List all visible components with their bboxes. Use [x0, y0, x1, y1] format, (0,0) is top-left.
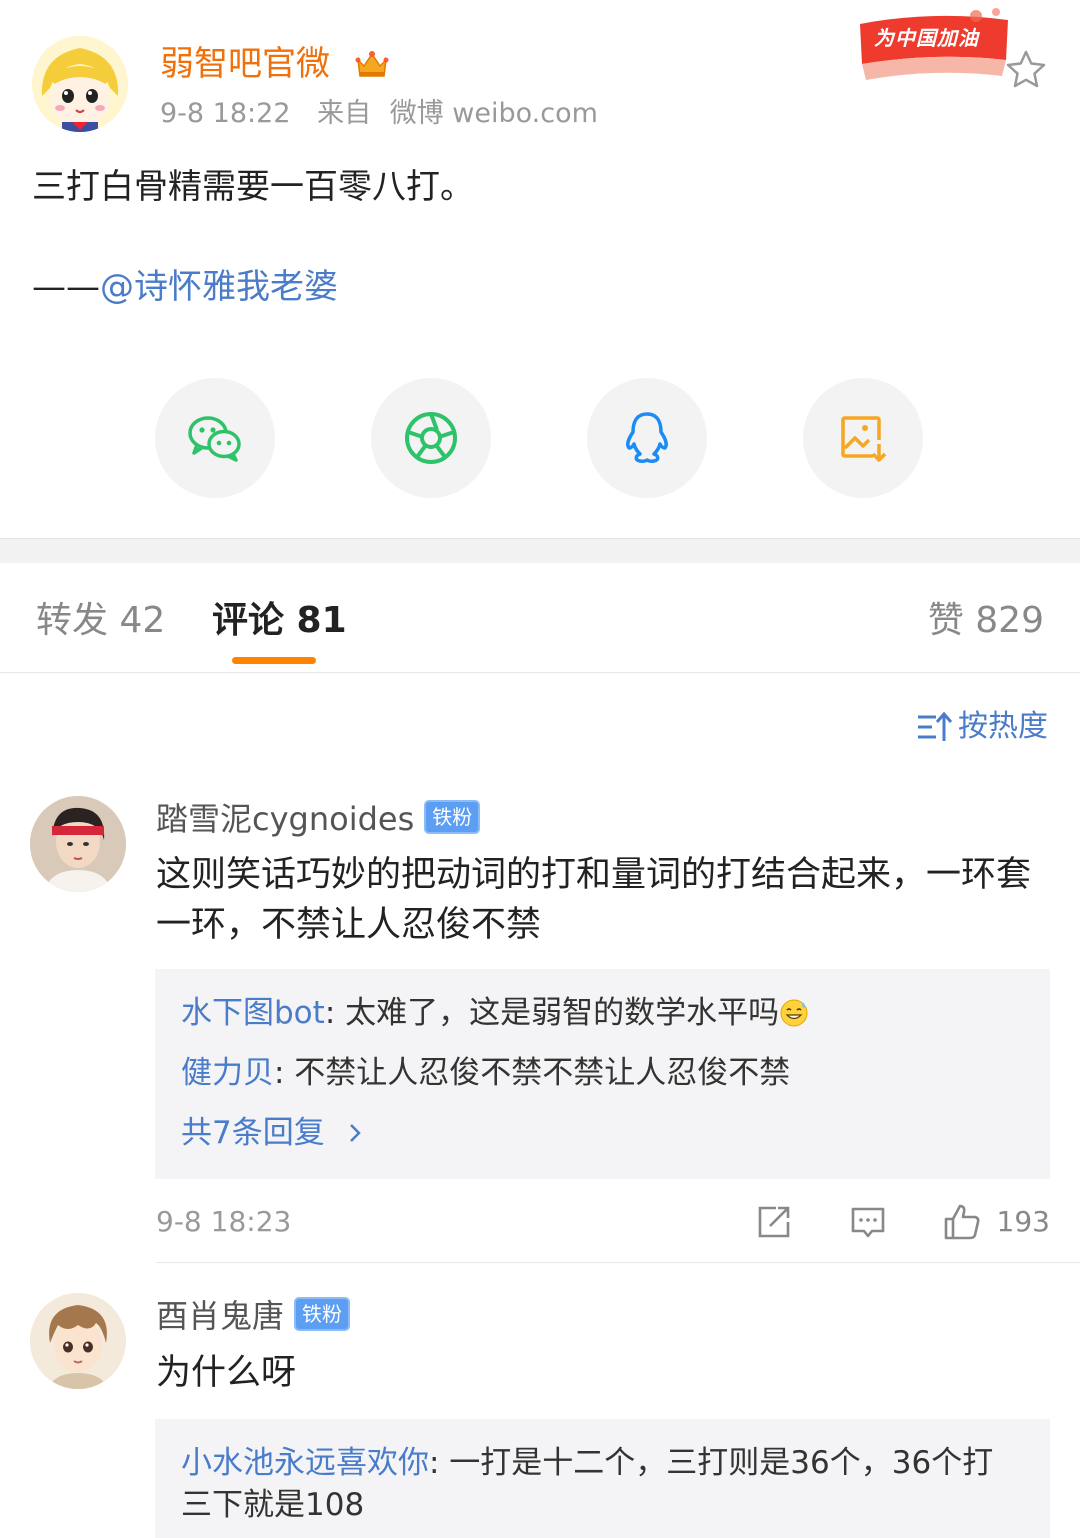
qq-icon: [626, 412, 668, 464]
comment-time: 9-8 18:23: [156, 1205, 292, 1238]
interaction-tabs: 转发 42 评论 81 赞 829: [0, 563, 1080, 673]
reply-text: : 不禁让人忍俊不禁不禁让人忍俊不禁: [274, 1055, 791, 1091]
more-replies-label: 共7条回复: [181, 1115, 325, 1151]
author-avatar[interactable]: [32, 36, 128, 132]
like-thumb-icon[interactable]: [942, 1202, 982, 1242]
post-time: 9-8 18:22: [160, 98, 291, 129]
reply-preview-box[interactable]: 水下图bot: 太难了，这是弱智的数学水平吗 健力贝: 不禁让人忍俊不禁不禁让人…: [155, 969, 1050, 1179]
comment-separator: [156, 1262, 1080, 1263]
tab-repost[interactable]: 转发 42: [36, 597, 165, 645]
mention-link[interactable]: @诗怀雅我老婆: [100, 267, 338, 307]
section-divider: [0, 538, 1080, 563]
sort-label: 按热度: [958, 709, 1048, 744]
credit-dash: ——: [32, 267, 100, 307]
active-tab-indicator: [232, 657, 316, 664]
comment-text: 这则笑话巧妙的把动词的打和量词的打结合起来，一环套一环，不禁让人忍俊不禁: [156, 855, 1032, 945]
post-source: 微博 weibo.com: [389, 98, 598, 129]
like-count: 193: [996, 1205, 1050, 1238]
author-name[interactable]: 弱智吧官微: [160, 40, 330, 88]
commenter-username[interactable]: 酉肖鬼唐: [156, 1297, 284, 1335]
crown-badge-icon: [355, 51, 389, 77]
reply-line: 健力贝: 不禁让人忍俊不禁不禁让人忍俊不禁: [181, 1051, 790, 1095]
reply-username[interactable]: 水下图bot: [181, 995, 325, 1031]
commenter-name: 酉肖鬼唐 铁粉: [156, 1294, 351, 1338]
commenter-name: 踏雪泥cygnoides 铁粉: [156, 797, 481, 841]
anime-boy-avatar-icon: [30, 1293, 126, 1389]
more-replies-link[interactable]: 共7条回复: [181, 1111, 367, 1155]
comment-footer: 9-8 18:23 193: [156, 1198, 1050, 1248]
reply-username[interactable]: 小水池永远喜欢你: [181, 1445, 429, 1481]
reply-username[interactable]: 健力贝: [181, 1055, 274, 1091]
share-moments-button[interactable]: [371, 378, 491, 498]
moments-icon: [405, 412, 457, 464]
reply-line: 水下图bot: 太难了，这是弱智的数学水平吗: [181, 991, 809, 1035]
post-source-prefix: 来自: [317, 98, 372, 129]
grin-sweat-emoji-icon: [780, 999, 808, 1027]
share-qq-button[interactable]: [587, 378, 707, 498]
post-meta: 9-8 18:22 来自 微博 weibo.com: [160, 96, 598, 132]
person-avatar-icon: [30, 796, 126, 892]
reply-preview-box[interactable]: 小水池永远喜欢你: 一打是十二个，三打则是36个，36个打 三下就是108: [155, 1419, 1050, 1538]
banner-text: 为中国加油: [874, 26, 979, 50]
favorite-star-icon[interactable]: [1004, 48, 1048, 92]
comment-icon[interactable]: [848, 1202, 888, 1242]
fan-badge: 铁粉: [424, 800, 481, 834]
commenter-username[interactable]: 踏雪泥cygnoides: [156, 800, 414, 838]
post-credit: ——@诗怀雅我老婆: [32, 262, 338, 312]
sort-by-hot-button[interactable]: 按热度: [916, 706, 1048, 748]
fan-badge: 铁粉: [294, 1297, 351, 1331]
wechat-icon: [188, 416, 241, 462]
reply-text: : 太难了，这是弱智的数学水平吗: [324, 995, 780, 1031]
share-wechat-button[interactable]: [155, 378, 275, 498]
post-header: 弱智吧官微 9-8 18:22 来自 微博 weibo.com 为中国加油: [0, 0, 1080, 150]
commenter-avatar[interactable]: [30, 796, 126, 892]
reply-line: 小水池永远喜欢你: 一打是十二个，三打则是36个，36个打: [181, 1441, 993, 1485]
cartoon-girl-avatar-icon: [32, 36, 128, 132]
post-body: 三打白骨精需要一百零八打。: [32, 167, 474, 207]
sort-icon: [918, 711, 952, 741]
reply-text: : 一打是十二个，三打则是36个，36个打: [429, 1445, 994, 1481]
commenter-avatar[interactable]: [30, 1293, 126, 1389]
reply-line-continued: 三下就是108: [181, 1487, 365, 1523]
tab-comments[interactable]: 评论 81: [212, 597, 347, 645]
share-save-image-button[interactable]: [803, 378, 923, 498]
comment-text: 为什么呀: [156, 1353, 297, 1393]
chevron-right-icon: [349, 1124, 361, 1142]
save-image-icon: [841, 416, 887, 462]
tab-likes[interactable]: 赞 829: [928, 597, 1044, 645]
repost-icon[interactable]: [754, 1202, 794, 1242]
